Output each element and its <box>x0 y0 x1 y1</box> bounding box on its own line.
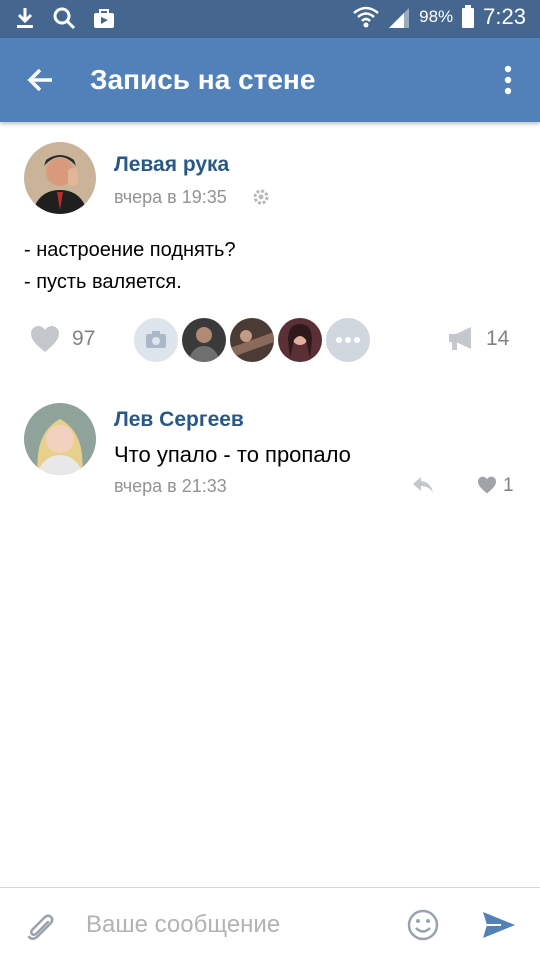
app-bar: Запись на стене <box>0 38 540 122</box>
store-bag-icon <box>94 9 114 28</box>
comment-author-avatar[interactable] <box>24 403 96 475</box>
page-title: Запись на стене <box>90 64 316 95</box>
message-input[interactable] <box>84 902 388 948</box>
comment-heart-icon[interactable] <box>477 476 497 494</box>
more-horizontal-icon <box>336 337 360 343</box>
post-text-line: - настроение поднять? <box>24 239 236 261</box>
reply-icon[interactable] <box>411 475 435 495</box>
post-author-name[interactable]: Левая рука <box>114 153 229 177</box>
clock: 7:23 <box>483 4 526 29</box>
more-options-button[interactable] <box>498 64 518 96</box>
comment-author-name[interactable]: Лев Сергеев <box>114 408 244 432</box>
liked-by-camera-placeholder[interactable] <box>132 316 180 364</box>
post-text: - настроение поднять? - пусть валяется. <box>24 234 236 298</box>
liked-by-avatar[interactable] <box>180 316 228 364</box>
battery-percent: 98% <box>419 7 454 26</box>
message-composer <box>0 887 540 961</box>
signal-icon <box>389 8 410 28</box>
comment-like-count: 1 <box>503 475 514 496</box>
comment-time: вчера в 21:33 <box>114 476 227 496</box>
liked-by-avatar[interactable] <box>276 316 324 364</box>
post-author-avatar[interactable] <box>24 142 96 214</box>
status-bar: 98% 7:23 <box>0 0 540 38</box>
more-vertical-icon <box>504 65 512 95</box>
battery-icon <box>462 5 475 28</box>
megaphone-icon[interactable] <box>447 325 475 351</box>
like-count: 97 <box>72 327 96 350</box>
post-text-line: - пусть валяется. <box>24 271 182 293</box>
wifi-icon <box>353 6 379 28</box>
liked-by-avatar[interactable] <box>228 316 276 364</box>
arrow-left-icon <box>27 68 52 92</box>
back-button[interactable] <box>22 62 62 98</box>
more-likers-button[interactable] <box>324 316 372 364</box>
camera-icon <box>146 331 166 348</box>
download-icon <box>17 8 33 28</box>
comment-text: Что упало - то пропало <box>114 442 351 467</box>
search-icon <box>53 7 76 30</box>
gear-icon <box>253 189 269 205</box>
post-time: вчера в 19:35 <box>114 187 227 207</box>
send-icon[interactable] <box>481 910 517 940</box>
paperclip-icon[interactable] <box>26 910 56 944</box>
heart-icon[interactable] <box>30 325 60 353</box>
share-count: 14 <box>486 327 510 350</box>
smile-icon[interactable] <box>406 908 440 942</box>
